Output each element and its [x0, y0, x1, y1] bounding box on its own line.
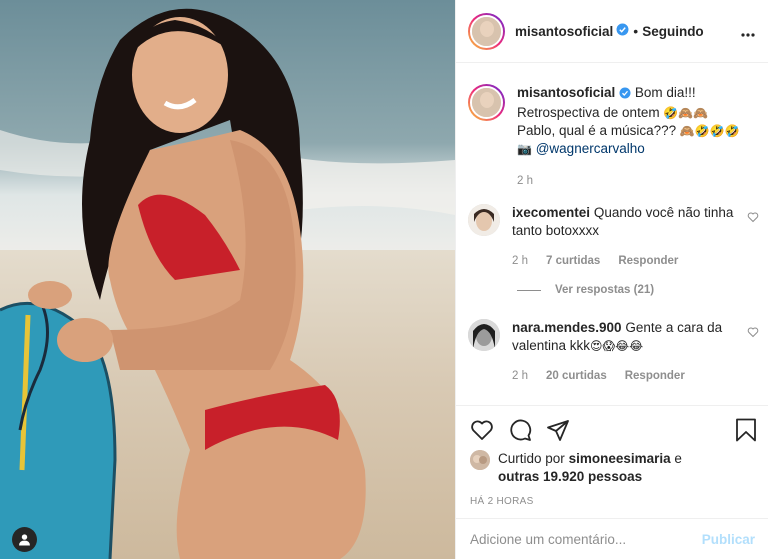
heart-icon — [471, 420, 493, 440]
verified-icon — [616, 23, 629, 39]
separator-dot: • — [633, 23, 639, 39]
photo-subject — [0, 8, 455, 559]
user-icon — [19, 534, 30, 546]
comment-icon — [510, 419, 532, 441]
caption-line-2: Retrospectiva de ontem — [517, 105, 660, 120]
add-comment-bar: Adicione um comentário... Publicar — [456, 518, 768, 559]
comment-time[interactable]: 2 h — [512, 367, 528, 385]
likes-summary: Curtido por simoneesimaria e outras 19.9… — [470, 450, 682, 486]
comment-input[interactable]: Adicione um comentário... — [470, 532, 702, 547]
author-username[interactable]: misantosoficial — [515, 24, 613, 39]
comment-username[interactable]: ixecomentei — [512, 205, 590, 220]
replies-divider — [517, 289, 541, 291]
caption-line-2-emoji: 🤣🙈🙈 — [663, 106, 709, 120]
comment-button[interactable] — [508, 418, 532, 445]
view-replies-label: Ver respostas (21) — [555, 284, 655, 296]
verified-icon — [619, 86, 631, 104]
more-icon — [741, 33, 755, 37]
comment-emoji: 😍😱😂😂 — [590, 339, 644, 353]
post-photo[interactable] — [0, 0, 455, 559]
tagged-users-button[interactable] — [12, 527, 37, 552]
post-age[interactable]: HÁ 2 HORAS — [470, 496, 534, 507]
comment-username[interactable]: nara.mendes.900 — [512, 320, 622, 335]
likes-and: e — [674, 451, 682, 466]
like-button[interactable] — [470, 418, 494, 445]
heart-icon — [747, 327, 759, 338]
comment-like-button[interactable] — [747, 210, 759, 226]
comment-likes[interactable]: 7 curtidas — [546, 252, 600, 270]
comment-item: nara.mendes.900 Gente a cara da valentin… — [468, 319, 763, 385]
camera-icon: 📷 — [517, 142, 532, 156]
post-caption: misantosoficial Bom dia!!! Retrospectiva… — [468, 84, 758, 190]
caption-line-1: Bom dia!!! — [634, 85, 696, 100]
photo-credit-link[interactable]: @wagnercarvalho — [536, 141, 645, 156]
comment-time[interactable]: 2 h — [512, 252, 528, 270]
reply-button[interactable]: Responder — [618, 252, 678, 270]
publish-button[interactable]: Publicar — [702, 532, 755, 547]
reply-button[interactable]: Responder — [625, 367, 685, 385]
post-side-panel: misantosoficial • Seguindo misantosofici… — [455, 0, 768, 559]
liker-username[interactable]: simoneesimaria — [569, 451, 671, 466]
caption-line-3: Pablo, qual é a música??? — [517, 123, 677, 138]
share-button[interactable] — [546, 418, 570, 445]
heart-icon — [747, 212, 759, 223]
more-options-button[interactable] — [741, 24, 755, 40]
post-actions: Curtido por simoneesimaria e outras 19.9… — [456, 405, 768, 523]
comment-avatar[interactable] — [468, 319, 500, 351]
likes-prefix: Curtido por — [498, 451, 565, 466]
share-icon — [547, 420, 569, 441]
author-avatar[interactable] — [468, 12, 505, 50]
caption-time[interactable]: 2 h — [517, 172, 740, 190]
caption-line-3-emoji: 🙈🤣🤣🤣 — [679, 124, 740, 138]
comment-avatar[interactable] — [468, 204, 500, 236]
likes-others[interactable]: outras 19.920 pessoas — [498, 469, 642, 484]
comment-likes[interactable]: 20 curtidas — [546, 367, 607, 385]
follow-status-button[interactable]: Seguindo — [642, 24, 704, 39]
comment-item: ixecomentei Quando você não tinha tanto … — [468, 204, 763, 270]
instagram-post-view: misantosoficial • Seguindo misantosofici… — [0, 0, 768, 559]
save-button[interactable] — [735, 418, 757, 445]
liker-avatar[interactable] — [470, 450, 490, 470]
post-header: misantosoficial • Seguindo — [456, 0, 768, 63]
bookmark-icon — [736, 418, 756, 442]
comment-like-button[interactable] — [747, 325, 759, 341]
caption-username[interactable]: misantosoficial — [517, 85, 615, 100]
caption-avatar[interactable] — [468, 84, 505, 121]
view-replies-button[interactable]: Ver respostas (21) — [517, 284, 654, 296]
